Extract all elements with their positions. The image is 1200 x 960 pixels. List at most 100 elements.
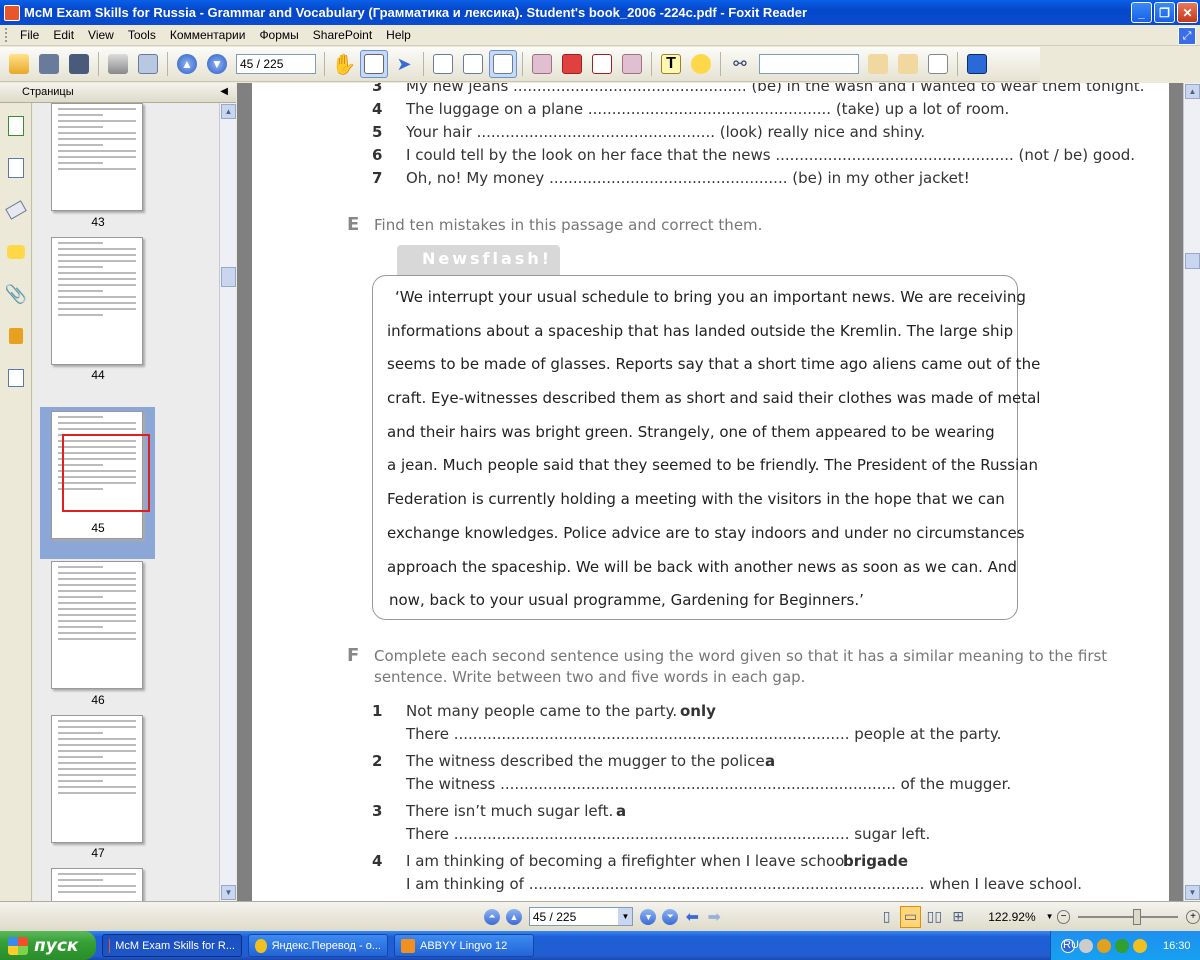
find-prev-button[interactable]: [864, 50, 892, 78]
close-button[interactable]: ✕: [1177, 2, 1198, 23]
properties-button[interactable]: [134, 50, 162, 78]
snapshot-button[interactable]: [963, 50, 991, 78]
current-view-rectangle[interactable]: [62, 434, 150, 512]
taskbar-item-foxit[interactable]: McM Exam Skills for R...: [102, 934, 242, 957]
thumb-text-line: [58, 584, 136, 586]
maximize-button[interactable]: ❐: [1154, 2, 1175, 23]
network-icon[interactable]: [1079, 938, 1093, 953]
tab-security[interactable]: [3, 321, 29, 351]
scrollbar-thumb[interactable]: [1185, 253, 1200, 269]
chevron-down-icon[interactable]: ▼: [618, 908, 633, 925]
pdf-from-file-button[interactable]: [588, 50, 616, 78]
thumbnail-label: 46: [91, 693, 105, 707]
save-as-button[interactable]: [65, 50, 93, 78]
menu-view[interactable]: View: [81, 28, 121, 42]
fit-page-button[interactable]: [459, 50, 487, 78]
actual-size-button[interactable]: [429, 50, 457, 78]
security-tray-icon[interactable]: [1115, 938, 1129, 953]
tab-pages[interactable]: [3, 111, 29, 141]
page-number-field[interactable]: 45 / 225 ▼: [528, 907, 634, 926]
menu-tools[interactable]: Tools: [121, 28, 163, 42]
thumbnail-scrollbar[interactable]: ▲ ▼: [219, 103, 236, 901]
folder-icon: [9, 54, 29, 74]
zoom-slider-knob[interactable]: [1133, 908, 1142, 925]
continuous-facing-view-button[interactable]: ⊞: [947, 906, 969, 928]
menu-file[interactable]: File: [13, 28, 46, 42]
tab-attachments[interactable]: 📎: [3, 279, 29, 309]
zoom-in-icon[interactable]: +: [1186, 909, 1200, 924]
taskbar-item-yandex[interactable]: Яндекс.Перевод - о...: [248, 934, 388, 957]
document-scrollbar[interactable]: ▲ ▼: [1183, 83, 1200, 901]
scrollbar-thumb[interactable]: [221, 267, 236, 287]
taskbar: пуск McM Exam Skills for R... Яндекс.Пер…: [0, 931, 1200, 960]
tab-bookmarks[interactable]: [3, 153, 29, 183]
convert-pdf-button[interactable]: [558, 50, 586, 78]
open-file-button[interactable]: [5, 50, 33, 78]
zoom-slider[interactable]: [1078, 908, 1179, 925]
tab-layers[interactable]: [3, 195, 29, 225]
actual-size-icon: [433, 54, 453, 74]
go-forward-button[interactable]: ➡: [706, 909, 722, 926]
next-page-button[interactable]: ▼: [203, 50, 231, 78]
single-page-view-button[interactable]: ▯: [876, 906, 898, 928]
restore-document-icon[interactable]: ⤢: [1178, 27, 1196, 45]
scroll-up-icon[interactable]: ▲: [221, 104, 236, 119]
find-next-button[interactable]: [894, 50, 922, 78]
last-page-button[interactable]: ⏷: [662, 908, 679, 925]
create-pdf-button[interactable]: [528, 50, 556, 78]
lingvo-tray-icon[interactable]: [1133, 938, 1147, 953]
menu-comments[interactable]: Комментарии: [163, 28, 253, 42]
thumbnail-page[interactable]: [51, 715, 143, 843]
tab-signatures[interactable]: [3, 363, 29, 393]
hand-tool-button[interactable]: ✋: [330, 50, 358, 78]
thumbnail-page[interactable]: [51, 237, 143, 365]
save-button[interactable]: [35, 50, 63, 78]
select-tool-button[interactable]: ➤: [390, 50, 418, 78]
scroll-up-icon[interactable]: ▲: [1185, 84, 1200, 99]
thumbnail-page-current[interactable]: [51, 411, 150, 539]
speaker-icon[interactable]: [1097, 938, 1111, 953]
scroll-down-icon[interactable]: ▼: [221, 885, 236, 900]
menu-edit[interactable]: Edit: [46, 28, 81, 42]
thumbnail-page[interactable]: [51, 868, 143, 901]
start-button[interactable]: пуск: [0, 931, 96, 960]
next-page-button[interactable]: ▼: [640, 908, 657, 925]
find-button[interactable]: ⚯: [726, 50, 754, 78]
zoom-level[interactable]: 122.92%: [988, 910, 1035, 924]
taskbar-item-lingvo[interactable]: ABBYY Lingvo 12: [394, 934, 534, 957]
typewriter-button[interactable]: T: [657, 50, 685, 78]
previous-page-button[interactable]: ▲: [505, 908, 522, 925]
pages-icon: [8, 116, 24, 136]
minimize-button[interactable]: _: [1131, 2, 1152, 23]
thumb-text-line: [58, 786, 136, 788]
tab-comments[interactable]: [3, 237, 29, 267]
scroll-down-icon[interactable]: ▼: [1185, 885, 1200, 900]
language-indicator[interactable]: RU: [1063, 931, 1079, 960]
clear-results-button[interactable]: [924, 50, 952, 78]
lingvo-task-icon: [401, 938, 415, 953]
continuous-view-button[interactable]: ▭: [899, 905, 922, 928]
zoom-dropdown-icon[interactable]: ▼: [1046, 912, 1054, 921]
select-text-button[interactable]: [360, 50, 388, 78]
first-page-button[interactable]: ⏶: [484, 908, 500, 925]
clock[interactable]: 16:30: [1163, 940, 1191, 952]
thumbnail-page[interactable]: [51, 103, 143, 211]
pdf-scan-button[interactable]: [618, 50, 646, 78]
print-button[interactable]: [104, 50, 132, 78]
page-number-input[interactable]: [236, 54, 316, 74]
facing-view-button[interactable]: ▯▯: [923, 906, 945, 928]
menu-help[interactable]: Help: [379, 28, 418, 42]
go-back-button[interactable]: ⬅: [684, 909, 700, 926]
note-button[interactable]: [687, 50, 715, 78]
thumb-text-line: [58, 260, 136, 262]
fit-width-button[interactable]: [489, 50, 517, 78]
collapse-sidebar-icon[interactable]: ◀: [220, 86, 228, 97]
menu-forms[interactable]: Формы: [252, 28, 305, 42]
prev-page-button[interactable]: ▲: [173, 50, 201, 78]
zoom-out-icon[interactable]: −: [1056, 909, 1071, 924]
hand-icon: ✋: [331, 53, 357, 76]
search-input[interactable]: [759, 54, 859, 74]
menu-sharepoint[interactable]: SharePoint: [306, 28, 379, 42]
menubar-grip[interactable]: [5, 28, 8, 42]
thumbnail-page[interactable]: [51, 561, 143, 689]
